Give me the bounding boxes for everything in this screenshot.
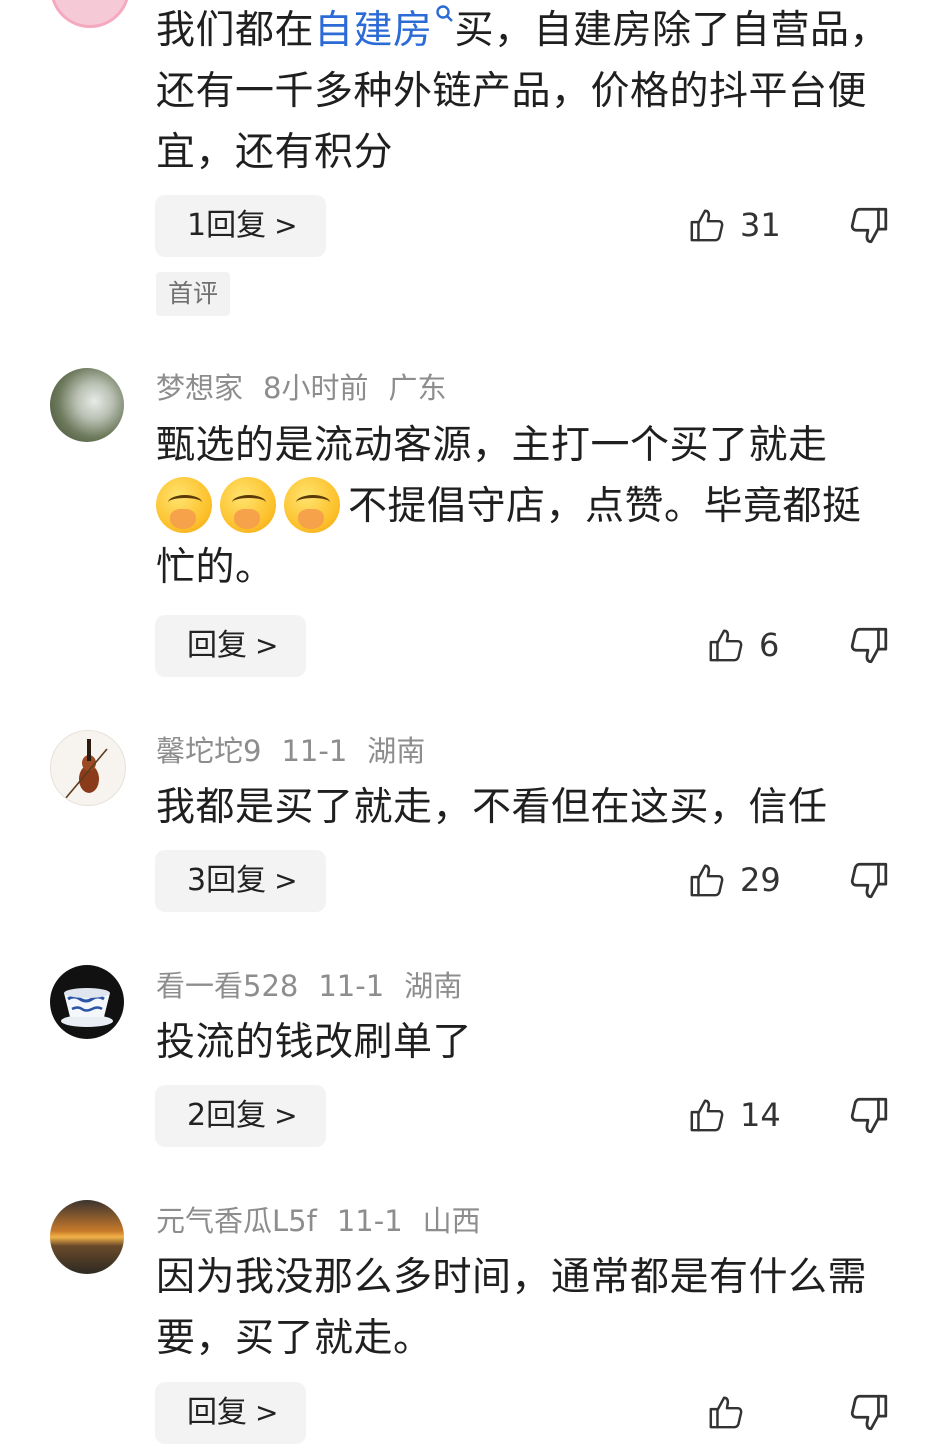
avatar[interactable] — [50, 368, 124, 442]
reply-label: 3回复 — [187, 863, 267, 898]
thumb-up-icon — [688, 861, 726, 899]
emoji-hand-over-mouth-icon — [156, 476, 212, 533]
reply-button[interactable]: 回复 > — [155, 1382, 307, 1444]
like-count: 29 — [740, 861, 781, 899]
thumb-up-icon — [688, 206, 726, 244]
thumb-up-icon — [707, 626, 745, 664]
reply-label: 回复 — [187, 1395, 247, 1430]
chevron-right-icon: > — [255, 1396, 279, 1429]
timestamp: 8小时前 — [263, 371, 369, 405]
comment-text: 我都是买了就走，不看但在这买，信任 — [156, 785, 828, 830]
username[interactable]: 馨坨坨9 — [156, 734, 261, 768]
chevron-right-icon: > — [274, 864, 298, 897]
search-link[interactable]: 自建房 — [314, 5, 455, 53]
thumb-up-icon — [688, 1096, 726, 1134]
location: 湖南 — [404, 969, 463, 1003]
like-button[interactable]: 29 — [688, 855, 781, 905]
timestamp: 11-1 — [281, 734, 348, 768]
comment-text: 甄选的是流动客源，主打一个买了就走 不提倡守店，点赞。毕竟都挺忙的。 — [156, 415, 896, 598]
thumb-down-icon[interactable] — [848, 860, 890, 902]
reply-label: 2回复 — [187, 1098, 267, 1133]
username[interactable]: 看一看528 — [156, 969, 298, 1003]
comment-text: 我们都在自建房 买，自建房除了自营品，还有一千多种外链产品，价格的抖平台便宜，还有… — [156, 0, 896, 183]
reply-button[interactable]: 回复 > — [155, 615, 307, 677]
reply-button[interactable]: 1回复 > — [155, 195, 326, 257]
reply-button[interactable]: 3回复 > — [155, 850, 326, 912]
reply-label: 1回复 — [187, 208, 267, 243]
comment-text: 因为我没那么多时间，通常都是有什么需要，买了就走。 — [156, 1255, 868, 1361]
like-count: 6 — [759, 626, 780, 664]
timestamp: 11-1 — [318, 969, 385, 1003]
reply-button[interactable]: 2回复 > — [155, 1085, 326, 1147]
thumb-down-icon[interactable] — [848, 1392, 890, 1434]
username[interactable]: 元气香瓜L5f — [156, 1204, 317, 1238]
like-count: 14 — [740, 1096, 781, 1134]
chevron-right-icon: > — [274, 1099, 298, 1132]
comment-meta: 看一看528 11-1 湖南 — [156, 968, 482, 1004]
chevron-right-icon: > — [274, 209, 298, 242]
avatar[interactable] — [50, 1200, 124, 1274]
comment-text-part: 甄选的是流动客源，主打一个买了就走 — [156, 423, 828, 468]
first-comment-tag: 首评 — [156, 272, 231, 316]
comment-meta: 馨坨坨9 11-1 湖南 — [156, 733, 445, 769]
location: 广东 — [388, 371, 447, 405]
like-button[interactable]: 14 — [688, 1090, 781, 1140]
thumb-down-icon[interactable] — [848, 205, 890, 247]
like-count: 31 — [740, 206, 781, 244]
teacup-icon — [61, 988, 113, 1027]
avatar[interactable] — [50, 965, 124, 1039]
emoji-hand-over-mouth-icon — [284, 476, 340, 533]
avatar[interactable] — [50, 730, 126, 806]
comment-meta: 元气香瓜L5f 11-1 山西 — [156, 1203, 501, 1239]
location: 湖南 — [367, 734, 426, 768]
comment-text: 投流的钱改刷单了 — [156, 1020, 473, 1065]
thumb-down-icon[interactable] — [848, 1095, 890, 1137]
violin-icon — [64, 739, 108, 800]
reply-label: 回复 — [187, 628, 247, 663]
comment-meta: 梦想家 8小时前 广东 — [156, 370, 466, 406]
chevron-right-icon: > — [255, 629, 279, 662]
search-icon — [435, 5, 453, 22]
thumb-down-icon[interactable] — [848, 625, 890, 667]
emoji-hand-over-mouth-icon — [220, 476, 276, 533]
location: 山西 — [422, 1204, 481, 1238]
like-button[interactable]: 6 — [707, 620, 779, 670]
search-link-label[interactable]: 自建房 — [314, 8, 433, 53]
comment-text-part: 我们都在 — [156, 8, 315, 53]
like-button[interactable]: 31 — [688, 200, 781, 250]
thumb-up-icon — [707, 1393, 745, 1431]
like-button[interactable] — [707, 1387, 759, 1437]
username[interactable]: 梦想家 — [156, 371, 243, 405]
timestamp: 11-1 — [336, 1204, 403, 1238]
avatar[interactable] — [50, 0, 130, 28]
